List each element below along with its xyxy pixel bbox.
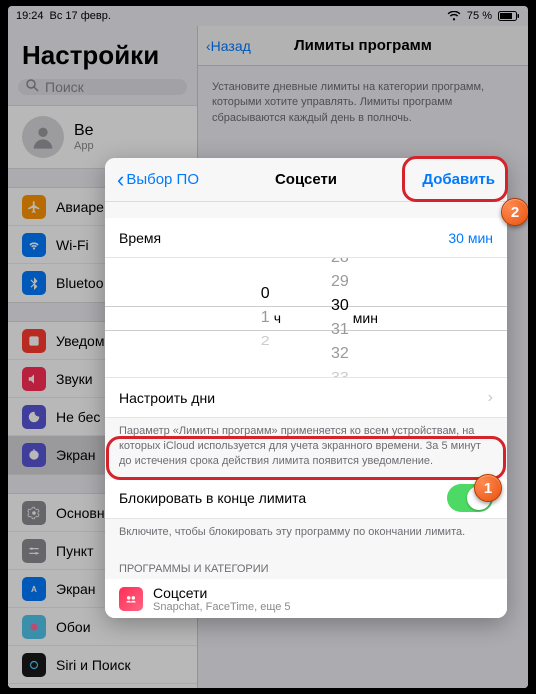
limits-note: Параметр «Лимиты программ» применяется к… (105, 418, 507, 479)
picker-hours[interactable]: 0 1 2 ч (105, 258, 321, 377)
time-row[interactable]: Время 30 мин (105, 218, 507, 258)
customize-days-row[interactable]: Настроить дни › (105, 378, 507, 418)
block-note: Включите, чтобы блокировать эту программ… (105, 519, 507, 550)
limit-modal: ‹ Выбор ПО Соцсети Добавить Время 30 мин… (105, 158, 507, 618)
chevron-right-icon: › (488, 389, 493, 407)
hours-unit: ч (274, 310, 281, 326)
badge-1: 1 (474, 474, 502, 502)
modal-add-button[interactable]: Добавить (422, 171, 495, 188)
category-row[interactable]: Соцсети Snapchat, FaceTime, еще 5 (105, 579, 507, 618)
social-icon (119, 587, 143, 611)
picker-minutes[interactable]: 27 28 29 30 31 32 33 мин (321, 258, 507, 377)
time-picker[interactable]: 0 1 2 ч 27 28 29 30 31 (105, 258, 507, 378)
modal-back-button[interactable]: ‹ Выбор ПО (117, 171, 199, 188)
block-label: Блокировать в конце лимита (119, 490, 306, 506)
category-sub: Snapchat, FaceTime, еще 5 (153, 601, 291, 613)
chevron-left-icon: ‹ (117, 173, 124, 187)
section-apps-label: Программы и категории (105, 549, 507, 579)
modal-nav: ‹ Выбор ПО Соцсети Добавить (105, 158, 507, 202)
badge-2: 2 (501, 198, 528, 226)
time-label: Время (119, 230, 161, 246)
time-value: 30 мин (448, 230, 493, 246)
minutes-unit: мин (353, 310, 378, 326)
category-title: Соцсети (153, 585, 291, 601)
block-at-limit-row[interactable]: Блокировать в конце лимита (105, 479, 507, 519)
